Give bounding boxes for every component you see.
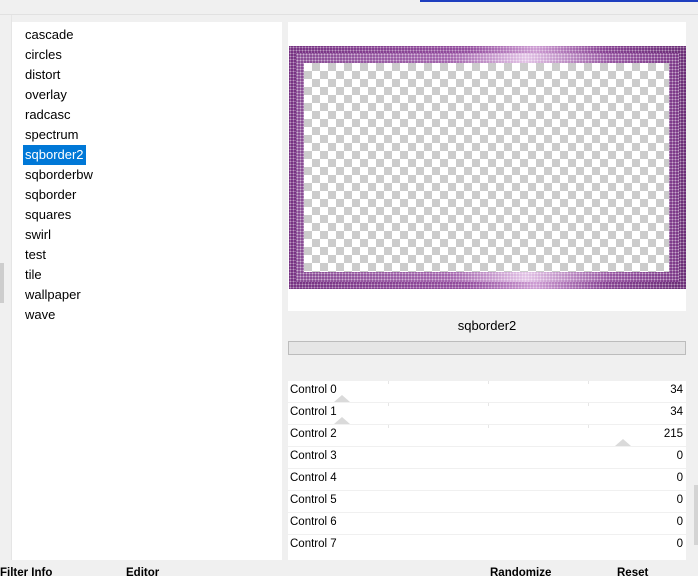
randomize-button[interactable]: Randomize	[490, 567, 551, 576]
slider-tick	[388, 381, 389, 384]
control-value: 215	[663, 428, 683, 440]
right-scroll-rail[interactable]	[686, 15, 698, 560]
filter-list-item[interactable]: distort	[23, 65, 62, 85]
filter-list-item[interactable]: overlay	[23, 85, 69, 105]
slider-tick	[588, 425, 589, 428]
slider-tick	[488, 381, 489, 384]
preview-transparent-area	[304, 63, 669, 272]
slider-tick	[488, 403, 489, 406]
filter-list-item[interactable]: sqborderbw	[23, 165, 95, 185]
filter-list-item[interactable]: spectrum	[23, 125, 80, 145]
control-value: 0	[676, 494, 683, 506]
slider-tick	[588, 403, 589, 406]
filter-list-item[interactable]: circles	[23, 45, 64, 65]
slider-tick	[388, 425, 389, 428]
control-slider-6[interactable]: Control 6 0	[288, 513, 686, 534]
filter-list: cascade circles distort overlay radcasc …	[12, 22, 282, 560]
control-label: Control 6	[290, 516, 337, 528]
filter-progress-bar	[288, 341, 686, 355]
control-slider-3[interactable]: Control 3 0	[288, 447, 686, 468]
filter-name-title: sqborder2	[457, 318, 517, 333]
control-value: 0	[676, 450, 683, 462]
slider-thumb[interactable]	[334, 417, 350, 424]
slider-tick	[588, 381, 589, 384]
filter-list-item[interactable]: squares	[23, 205, 73, 225]
control-label: Control 3	[290, 450, 337, 462]
filter-list-item[interactable]: sqborder	[23, 185, 78, 205]
control-slider-5[interactable]: Control 5 0	[288, 491, 686, 512]
filter-list-item[interactable]: wallpaper	[23, 285, 83, 305]
filter-list-item[interactable]: wave	[23, 305, 57, 325]
right-scroll-thumb[interactable]	[694, 485, 698, 545]
tab-filter-info[interactable]: Filter Info	[0, 567, 52, 576]
filter-preview-image	[289, 46, 686, 289]
tab-editor[interactable]: Editor	[126, 567, 159, 576]
left-scroll-rail[interactable]	[0, 15, 12, 560]
filter-list-item[interactable]: swirl	[23, 225, 53, 245]
control-slider-1[interactable]: Control 1 34	[288, 403, 686, 424]
control-value: 34	[670, 384, 683, 396]
focus-underline	[420, 0, 698, 2]
slider-thumb[interactable]	[615, 439, 631, 446]
left-scroll-thumb[interactable]	[0, 263, 4, 303]
top-toolbar	[0, 0, 698, 15]
control-slider-4[interactable]: Control 4 0	[288, 469, 686, 490]
control-label: Control 2	[290, 428, 337, 440]
control-label: Control 5	[290, 494, 337, 506]
filter-list-item[interactable]: cascade	[23, 25, 75, 45]
slider-thumb[interactable]	[334, 395, 350, 402]
control-label: Control 0	[290, 384, 337, 396]
control-slider-2[interactable]: Control 2 215	[288, 425, 686, 446]
filter-list-item[interactable]: test	[23, 245, 48, 265]
filter-list-item[interactable]: tile	[23, 265, 44, 285]
slider-tick	[388, 403, 389, 406]
control-value: 0	[676, 472, 683, 484]
filter-header: sqborder2	[288, 311, 686, 381]
filter-list-item-selected[interactable]: sqborder2	[23, 145, 86, 165]
filter-list-item[interactable]: radcasc	[23, 105, 73, 125]
control-slider-7[interactable]: Control 7 0	[288, 535, 686, 556]
control-value: 34	[670, 406, 683, 418]
control-slider-0[interactable]: Control 0 34	[288, 381, 686, 402]
reset-button[interactable]: Reset	[617, 567, 648, 576]
control-label: Control 4	[290, 472, 337, 484]
control-value: 0	[676, 516, 683, 528]
control-label: Control 7	[290, 538, 337, 550]
control-label: Control 1	[290, 406, 337, 418]
slider-tick	[488, 425, 489, 428]
control-value: 0	[676, 538, 683, 550]
